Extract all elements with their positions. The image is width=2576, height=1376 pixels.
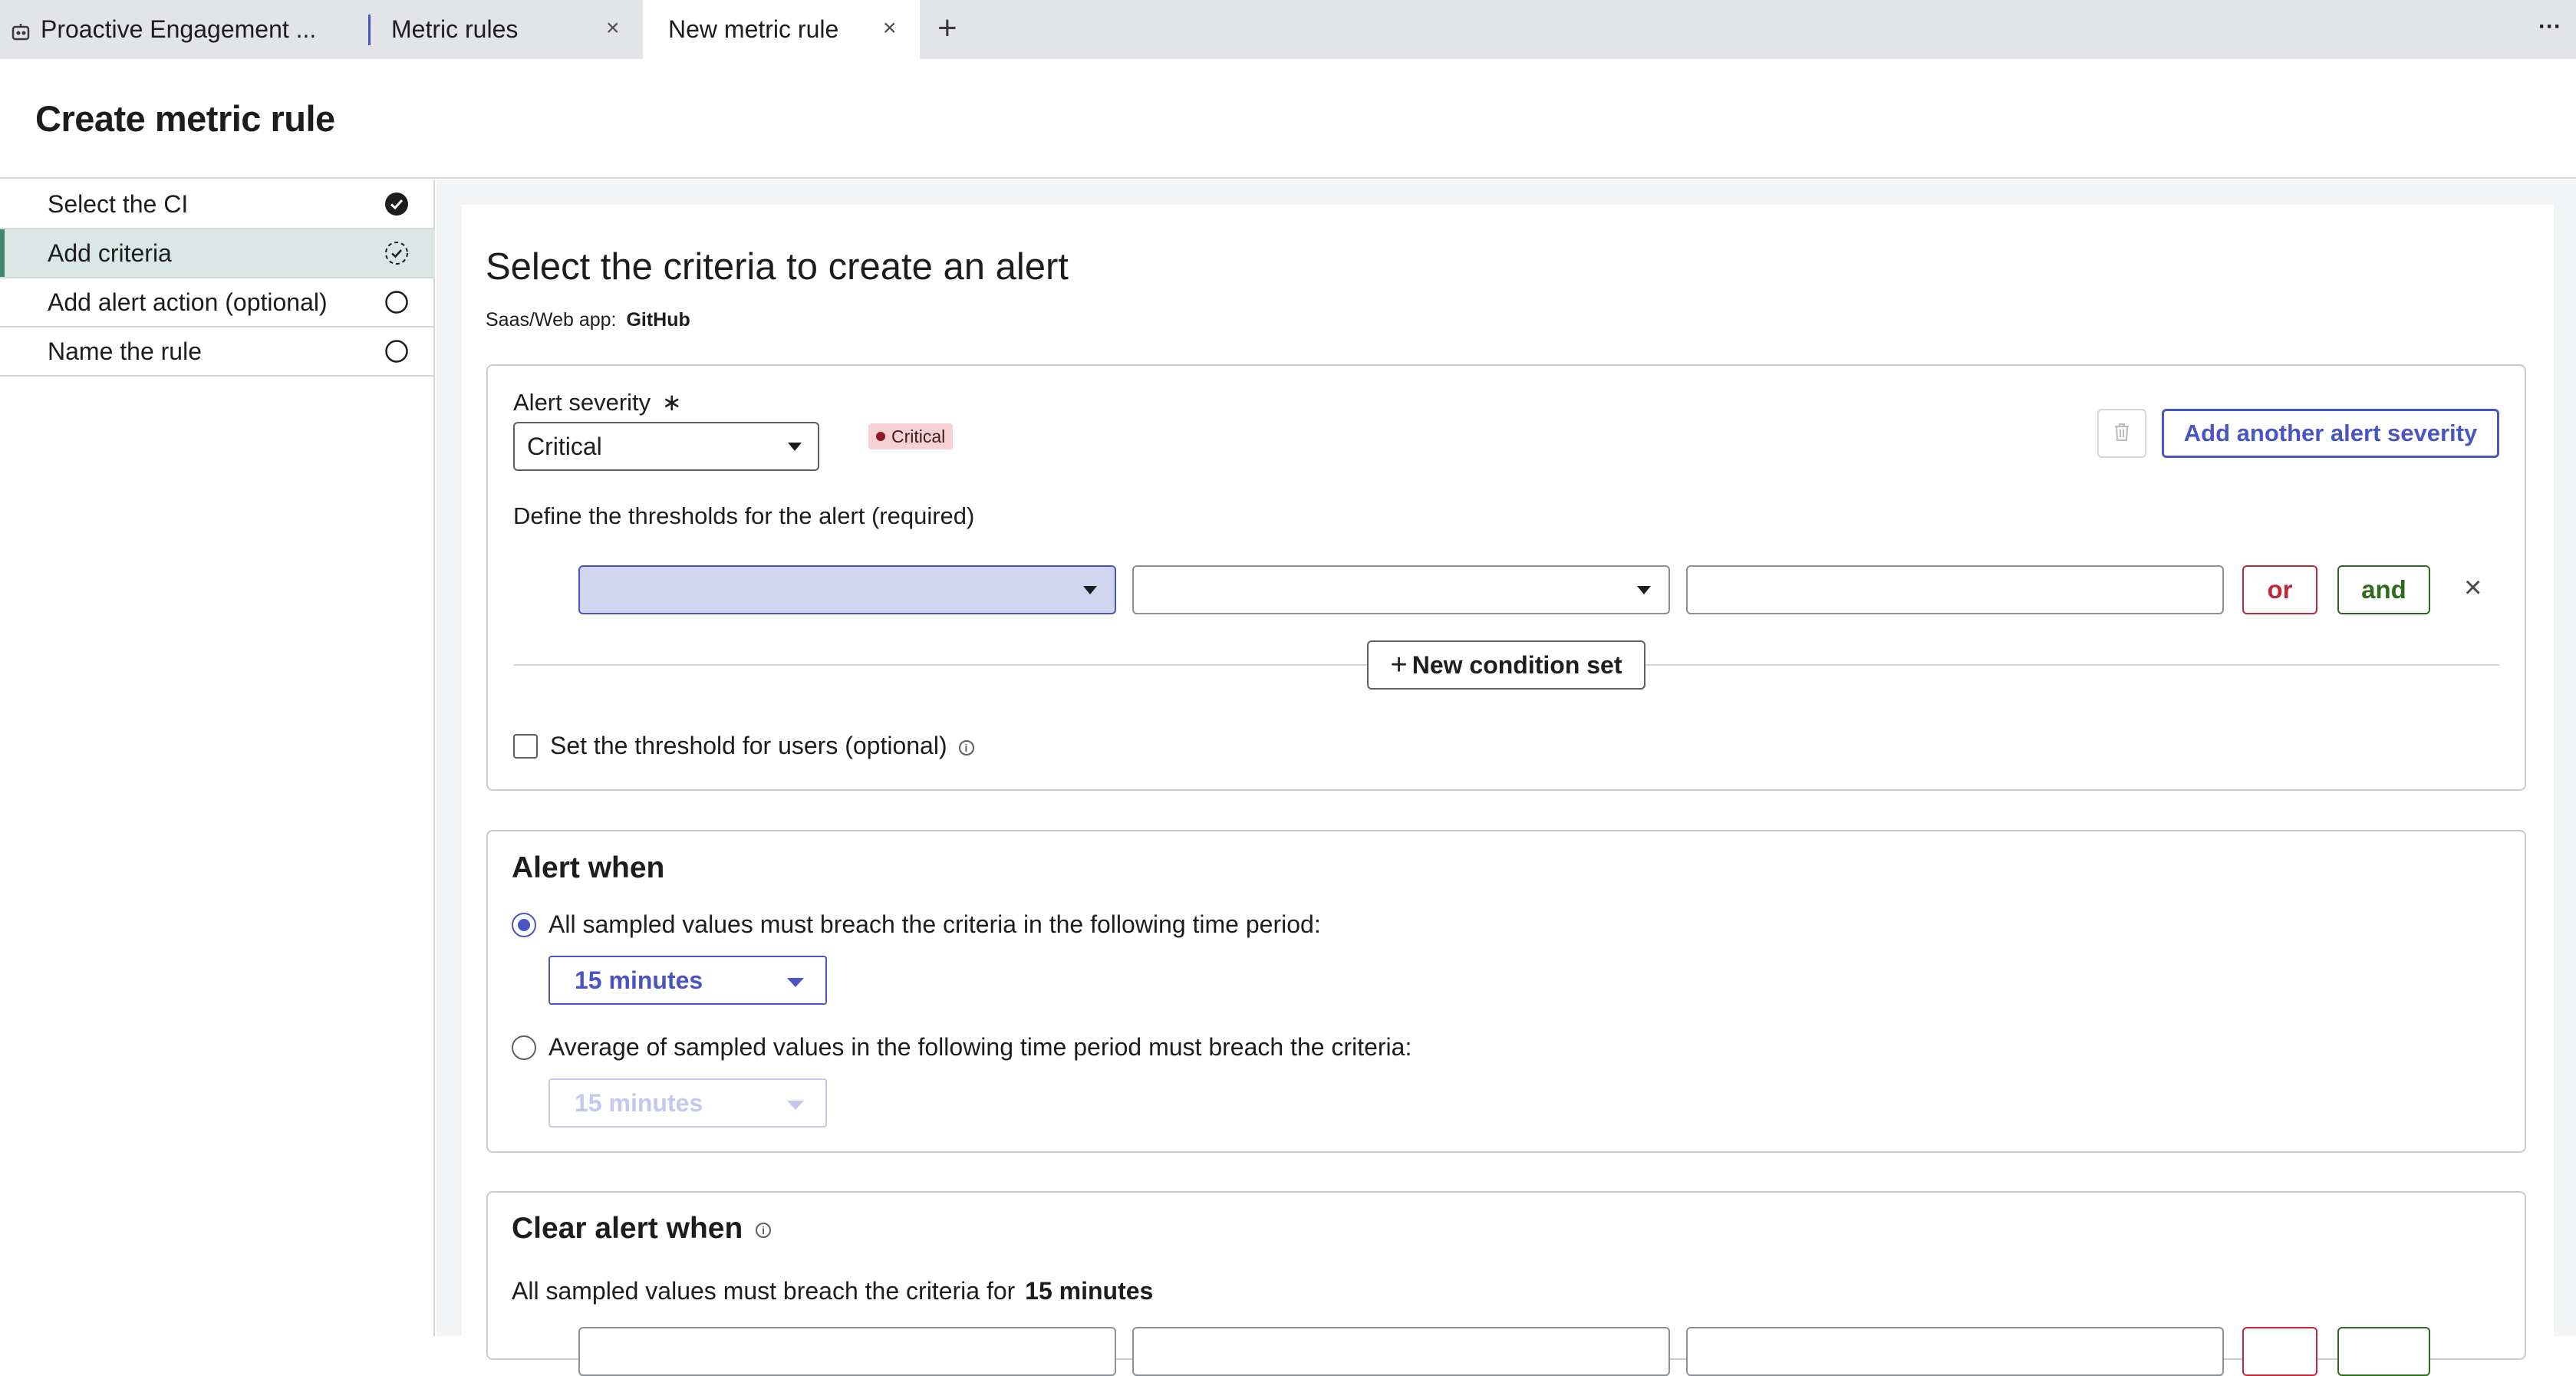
- step-label: Add criteria: [48, 239, 172, 267]
- operator-select[interactable]: [1132, 565, 1670, 614]
- info-icon: i: [958, 739, 974, 755]
- close-icon[interactable]: ×: [606, 15, 620, 41]
- ci-subtitle: Saas/Web app: GitHub: [486, 309, 690, 331]
- not-started-icon: [384, 339, 409, 364]
- workspace-icon: [11, 20, 32, 41]
- steps-sidebar: Select the CI Add criteria Add alert act…: [0, 180, 435, 1336]
- close-icon[interactable]: ×: [883, 15, 897, 41]
- severity-dot-icon: [876, 432, 885, 441]
- chevron-down-icon: [1637, 586, 1651, 594]
- threshold-value-input[interactable]: [1686, 565, 2224, 614]
- page-header: Create metric rule: [0, 59, 2576, 179]
- average-sampled-radio[interactable]: [512, 1035, 536, 1060]
- average-period-dropdown: 15 minutes: [548, 1078, 827, 1127]
- add-alert-severity-button[interactable]: Add another alert severity: [2162, 409, 2499, 458]
- period-value: 15 minutes: [575, 966, 703, 994]
- step-label: Select the CI: [48, 189, 189, 218]
- step-add-criteria[interactable]: Add criteria: [0, 229, 435, 278]
- add-tab-icon[interactable]: +: [937, 9, 957, 48]
- tab-label: Metric rules: [391, 15, 519, 43]
- period-value: 15 minutes: [575, 1088, 703, 1117]
- clear-value-input[interactable]: [1686, 1327, 2224, 1376]
- chevron-down-icon: [787, 1101, 804, 1110]
- all-sampled-period-dropdown[interactable]: 15 minutes: [548, 956, 827, 1005]
- required-mark: ∗: [661, 389, 682, 416]
- check-complete-icon: [384, 192, 409, 216]
- severity-badge: Critical: [868, 423, 954, 449]
- step-label: Name the rule: [48, 337, 202, 365]
- average-sampled-label: Average of sampled values in the followi…: [548, 1033, 1412, 1061]
- ci-name: GitHub: [626, 309, 690, 331]
- clear-alert-text: All sampled values must breach the crite…: [512, 1277, 1154, 1305]
- tab-label: Proactive Engagement ...: [41, 15, 317, 43]
- tab-metric-rules[interactable]: Metric rules ×: [371, 0, 643, 59]
- clear-and-button[interactable]: [2337, 1327, 2430, 1376]
- ci-type-label: Saas/Web app:: [486, 309, 617, 331]
- step-add-alert-action[interactable]: Add alert action (optional): [0, 278, 435, 328]
- info-icon: i: [756, 1222, 772, 1238]
- tab-proactive-engagement[interactable]: Proactive Engagement ...: [0, 0, 368, 59]
- severity-badge-label: Critical: [891, 426, 946, 446]
- delete-severity-button[interactable]: [2097, 409, 2146, 458]
- page-title: Create metric rule: [35, 98, 335, 139]
- trash-icon: [2113, 421, 2131, 446]
- clear-operator-select[interactable]: [1132, 1327, 1670, 1376]
- chevron-down-icon: [787, 978, 804, 987]
- alert-severity-select[interactable]: Critical: [513, 422, 819, 471]
- tab-new-metric-rule[interactable]: New metric rule ×: [643, 0, 920, 59]
- clear-alert-title: Clear alert when i: [512, 1212, 772, 1246]
- more-options-icon[interactable]: ···: [2538, 14, 2561, 40]
- tab-bar: Proactive Engagement ... Metric rules × …: [0, 0, 2576, 59]
- alert-severity-label: Alert severity ∗: [513, 389, 682, 416]
- new-condition-set-label: New condition set: [1412, 650, 1622, 679]
- all-sampled-label: All sampled values must breach the crite…: [548, 910, 1321, 938]
- and-button[interactable]: and: [2337, 565, 2430, 614]
- step-name-rule[interactable]: Name the rule: [0, 328, 435, 377]
- step-label: Add alert action (optional): [48, 288, 328, 316]
- plus-icon: +: [1390, 648, 1408, 681]
- metric-select[interactable]: [578, 565, 1116, 614]
- in-progress-icon: [384, 241, 409, 265]
- criteria-heading: Select the criteria to create an alert: [486, 246, 1069, 288]
- users-threshold-checkbox[interactable]: [513, 734, 538, 759]
- clear-or-button[interactable]: [2242, 1327, 2317, 1376]
- remove-condition-icon[interactable]: ×: [2464, 571, 2482, 605]
- clear-alert-duration: 15 minutes: [1025, 1277, 1154, 1305]
- alert-when-title: Alert when: [512, 851, 665, 884]
- alert-severity-value: Critical: [527, 432, 602, 460]
- chevron-down-icon: [1083, 586, 1097, 594]
- condition-divider: [1645, 664, 2499, 666]
- or-button[interactable]: or: [2242, 565, 2317, 614]
- users-threshold-label: Set the threshold for users (optional) i: [550, 732, 974, 760]
- all-sampled-radio[interactable]: [512, 913, 536, 937]
- condition-divider: [513, 664, 1367, 666]
- step-select-ci[interactable]: Select the CI: [0, 180, 435, 229]
- new-condition-set-button[interactable]: + New condition set: [1367, 640, 1645, 690]
- tab-label: New metric rule: [668, 15, 839, 43]
- chevron-down-icon: [788, 443, 802, 451]
- clear-metric-select[interactable]: [578, 1327, 1116, 1376]
- thresholds-label: Define the thresholds for the alert (req…: [513, 502, 975, 529]
- not-started-icon: [384, 290, 409, 314]
